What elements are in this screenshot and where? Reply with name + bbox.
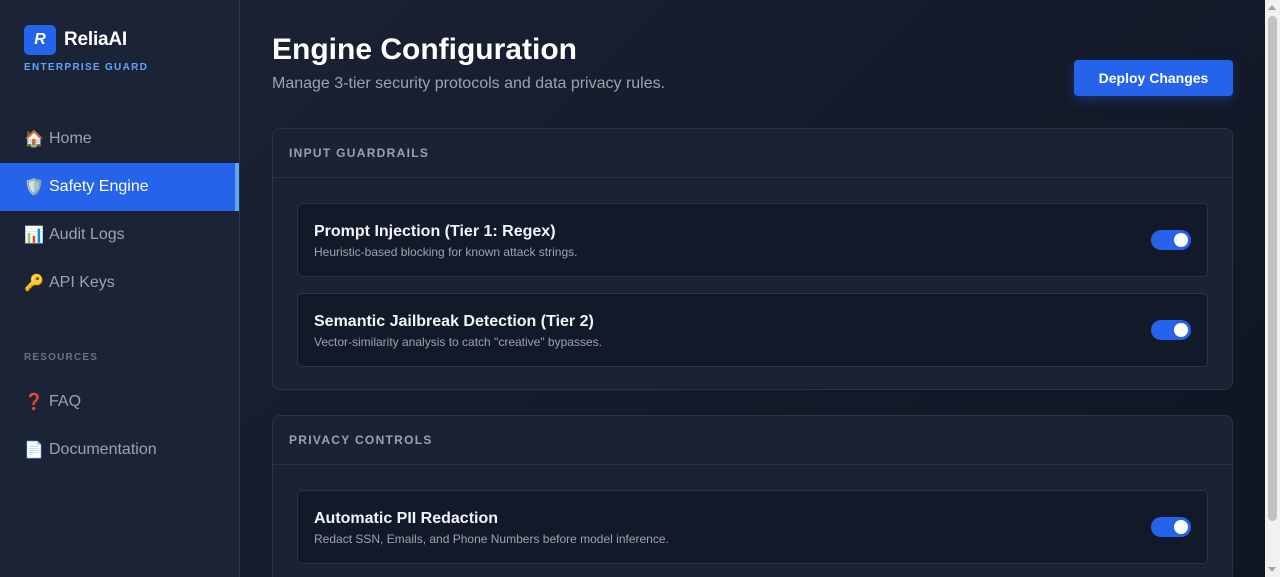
- key-icon: 🔑: [24, 275, 44, 292]
- sidebar-item-label: Documentation: [49, 441, 157, 458]
- privacy-controls-panel: PRIVACY CONTROLS Automatic PII Redaction…: [272, 415, 1233, 577]
- sidebar-item-faq[interactable]: ❓ FAQ: [0, 378, 239, 426]
- sidebar-item-label: FAQ: [49, 393, 82, 410]
- jailbreak-detection-toggle[interactable]: [1151, 320, 1191, 340]
- question-icon: ❓: [24, 394, 44, 411]
- panel-header: PRIVACY CONTROLS: [273, 416, 1232, 465]
- home-icon: 🏠: [24, 131, 44, 148]
- bar-chart-icon: 📊: [24, 227, 44, 244]
- panel-header: INPUT GUARDRAILS: [273, 129, 1232, 178]
- prompt-injection-toggle[interactable]: [1151, 230, 1191, 250]
- sidebar-item-label: Safety Engine: [49, 178, 149, 195]
- rule-card: Prompt Injection (Tier 1: Regex) Heurist…: [297, 203, 1208, 277]
- scroll-down-arrow-icon[interactable]: [1268, 567, 1276, 572]
- app-window: R ReliaAI ENTERPRISE GUARD 🏠 Home 🛡️ Saf…: [0, 0, 1280, 577]
- sidebar-item-home[interactable]: 🏠 Home: [0, 115, 239, 163]
- rule-card: Automatic PII Redaction Redact SSN, Emai…: [297, 490, 1208, 564]
- page-title: Engine Configuration: [272, 33, 577, 66]
- resources-heading: RESOURCES: [24, 352, 99, 363]
- sidebar-item-audit-logs[interactable]: 📊 Audit Logs: [0, 211, 239, 259]
- rule-description: Vector-similarity analysis to catch "cre…: [314, 335, 602, 349]
- vertical-scrollbar[interactable]: [1265, 0, 1280, 577]
- brand-logo: R: [24, 25, 56, 55]
- rule-title: Semantic Jailbreak Detection (Tier 2): [314, 313, 594, 330]
- deploy-changes-button[interactable]: Deploy Changes: [1074, 60, 1233, 96]
- brand: R ReliaAI ENTERPRISE GUARD: [24, 25, 148, 73]
- toggle-knob: [1174, 520, 1188, 534]
- page-subtitle: Manage 3-tier security protocols and dat…: [272, 75, 666, 92]
- brand-name: ReliaAI: [64, 29, 128, 50]
- sidebar-item-label: API Keys: [49, 274, 115, 291]
- scrollbar-thumb[interactable]: [1268, 16, 1277, 521]
- sidebar-item-label: Audit Logs: [49, 226, 125, 243]
- rule-description: Heuristic-based blocking for known attac…: [314, 245, 578, 259]
- toggle-knob: [1174, 233, 1188, 247]
- rule-card: Semantic Jailbreak Detection (Tier 2) Ve…: [297, 293, 1208, 367]
- sidebar-item-documentation[interactable]: 📄 Documentation: [0, 426, 239, 474]
- document-icon: 📄: [24, 442, 44, 459]
- brand-row: R ReliaAI: [24, 25, 148, 55]
- rule-description: Redact SSN, Emails, and Phone Numbers be…: [314, 532, 669, 546]
- shield-icon: 🛡️: [24, 179, 44, 196]
- sidebar: R ReliaAI ENTERPRISE GUARD 🏠 Home 🛡️ Saf…: [0, 0, 240, 577]
- brand-tagline: ENTERPRISE GUARD: [24, 62, 149, 73]
- scroll-up-arrow-icon[interactable]: [1268, 5, 1276, 10]
- toggle-knob: [1174, 323, 1188, 337]
- rule-title: Prompt Injection (Tier 1: Regex): [314, 223, 556, 240]
- pii-redaction-toggle[interactable]: [1151, 517, 1191, 537]
- sidebar-item-safety-engine[interactable]: 🛡️ Safety Engine: [0, 163, 239, 211]
- sidebar-item-label: Home: [49, 130, 92, 147]
- rule-title: Automatic PII Redaction: [314, 510, 499, 527]
- sidebar-item-api-keys[interactable]: 🔑 API Keys: [0, 259, 239, 307]
- input-guardrails-panel: INPUT GUARDRAILS Prompt Injection (Tier …: [272, 128, 1233, 390]
- main-content: Engine Configuration Manage 3-tier secur…: [240, 0, 1280, 577]
